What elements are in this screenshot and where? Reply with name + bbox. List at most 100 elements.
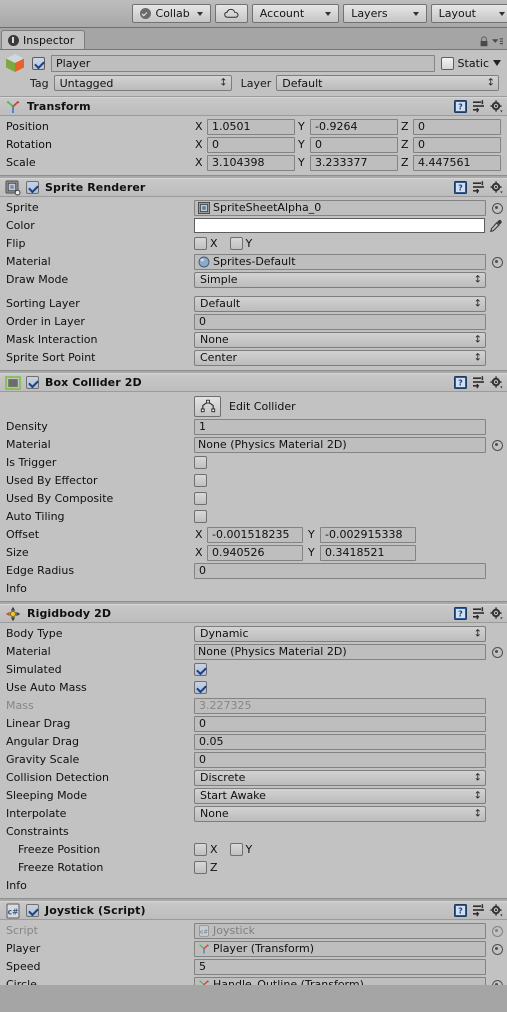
static-toggle-group[interactable]: Static	[440, 56, 501, 70]
edit-collider-button[interactable]	[194, 395, 221, 417]
gear-icon[interactable]	[490, 100, 503, 113]
object-field[interactable]: SpriteSheetAlpha_0	[194, 199, 486, 216]
component-header-box-collider-2d[interactable]: Box Collider 2D ?	[0, 373, 507, 392]
checkbox[interactable]	[194, 492, 207, 505]
object-field[interactable]: None (Physics Material 2D)	[194, 436, 486, 453]
account-button[interactable]: Account	[251, 4, 340, 23]
axis-input-y[interactable]: 3.233377	[310, 154, 398, 171]
text-input[interactable]: 3.227325	[194, 697, 486, 714]
tag-dropdown[interactable]: Untagged	[53, 75, 232, 91]
checkbox-x[interactable]	[194, 237, 207, 250]
checkbox[interactable]	[194, 510, 207, 523]
help-icon[interactable]: ?	[454, 904, 467, 917]
preset-icon[interactable]	[472, 376, 485, 389]
axis-input-x[interactable]: 0	[207, 136, 295, 153]
eyedropper-icon[interactable]	[489, 219, 503, 233]
object-picker-button[interactable]	[490, 438, 503, 451]
help-icon[interactable]: ?	[454, 100, 467, 113]
dropdown[interactable]: Simple	[194, 271, 486, 288]
dropdown[interactable]: Dynamic	[194, 625, 486, 642]
checkbox[interactable]	[194, 456, 207, 469]
dropdown[interactable]: Center	[194, 349, 486, 366]
dropdown[interactable]: Default	[194, 295, 486, 312]
object-picker-button[interactable]	[490, 645, 503, 658]
dropdown[interactable]: Discrete	[194, 769, 486, 786]
preset-icon[interactable]	[472, 181, 485, 194]
gameobject-enabled-checkbox[interactable]	[32, 56, 45, 70]
gear-icon[interactable]	[490, 904, 503, 917]
axis-input-z[interactable]: 0	[413, 118, 501, 135]
text-input[interactable]: 0	[194, 751, 486, 768]
gameobject-name-input[interactable]: Player	[51, 54, 435, 72]
help-icon[interactable]: ?	[454, 376, 467, 389]
preset-icon[interactable]	[472, 607, 485, 620]
object-field[interactable]: Handle_Outline (Transform)	[194, 976, 486, 985]
color-swatch[interactable]	[194, 218, 485, 233]
object-picker-button[interactable]	[490, 201, 503, 214]
axis-input-y[interactable]: -0.9264	[310, 118, 398, 135]
object-field[interactable]: Sprites-Default	[194, 253, 486, 270]
dropdown[interactable]: None	[194, 805, 486, 822]
checkbox[interactable]	[194, 663, 207, 676]
text-input[interactable]: 0	[194, 313, 486, 330]
object-picker-button[interactable]	[490, 255, 503, 268]
help-icon[interactable]: ?	[454, 181, 467, 194]
static-dropdown-arrow[interactable]	[493, 60, 501, 66]
text-input[interactable]: 0.05	[194, 733, 486, 750]
gear-icon[interactable]	[490, 376, 503, 389]
axis-input-x[interactable]: 3.104398	[207, 154, 295, 171]
checkbox-y[interactable]	[229, 843, 243, 856]
text-input[interactable]: 0	[194, 562, 486, 579]
axis-input-z[interactable]: 4.447561	[413, 154, 501, 171]
checkbox-y[interactable]	[229, 237, 243, 250]
gear-icon[interactable]	[490, 607, 503, 620]
axis-input-x[interactable]: 1.0501	[207, 118, 295, 135]
cloud-button[interactable]	[214, 4, 248, 23]
text-input[interactable]: 0	[194, 715, 486, 732]
object-field[interactable]: None (Physics Material 2D)	[194, 643, 486, 660]
toggle-y[interactable]: Y	[229, 843, 252, 856]
checkbox[interactable]	[194, 681, 207, 694]
tab-inspector[interactable]: Inspector	[1, 30, 86, 49]
text-input[interactable]: 5	[194, 958, 486, 975]
component-header-sprite-renderer[interactable]: Sprite Renderer ?	[0, 178, 507, 197]
toggle-x[interactable]: X	[194, 843, 218, 856]
object-field[interactable]: c# Joystick	[194, 922, 486, 939]
axis-input-z[interactable]: 0	[413, 136, 501, 153]
component-header-transform[interactable]: Transform ?	[0, 97, 507, 116]
object-picker-button[interactable]	[490, 978, 503, 985]
component-header-rigidbody-2d[interactable]: Rigidbody 2D ?	[0, 604, 507, 623]
collab-button[interactable]: Collab	[131, 4, 211, 23]
component-enabled-checkbox[interactable]	[26, 181, 39, 194]
axis-input-x[interactable]: 0.940526	[207, 544, 303, 561]
axis-input-y[interactable]: 0	[310, 136, 398, 153]
toggle-y[interactable]: Y	[229, 237, 252, 250]
dropdown[interactable]: None	[194, 331, 486, 348]
layers-button[interactable]: Layers	[343, 4, 427, 23]
lock-icon[interactable]	[479, 36, 489, 47]
checkbox-z[interactable]	[194, 861, 207, 874]
preset-icon[interactable]	[472, 100, 485, 113]
component-header-joystick-script[interactable]: c# Joystick (Script) ?	[0, 901, 507, 920]
axis-input-y[interactable]: 0.3418521	[320, 544, 416, 561]
toggle-x[interactable]: X	[194, 237, 218, 250]
object-picker-button[interactable]	[490, 924, 503, 937]
axis-input-y[interactable]: -0.002915338	[320, 526, 416, 543]
toggle-z[interactable]: Z	[194, 861, 218, 874]
static-checkbox[interactable]	[440, 56, 454, 70]
object-field[interactable]: Player (Transform)	[194, 940, 486, 957]
layer-dropdown[interactable]: Default	[276, 75, 499, 91]
help-icon[interactable]: ?	[454, 607, 467, 620]
preset-icon[interactable]	[472, 904, 485, 917]
checkbox[interactable]	[194, 474, 207, 487]
axis-input-x[interactable]: -0.001518235	[207, 526, 303, 543]
object-picker-button[interactable]	[490, 942, 503, 955]
component-enabled-checkbox[interactable]	[26, 376, 39, 389]
gear-icon[interactable]	[490, 181, 503, 194]
hamburger-menu-icon[interactable]	[492, 37, 503, 46]
layout-button[interactable]: Layout	[430, 4, 507, 23]
component-enabled-checkbox[interactable]	[26, 904, 39, 917]
dropdown[interactable]: Start Awake	[194, 787, 486, 804]
checkbox-x[interactable]	[194, 843, 207, 856]
text-input[interactable]: 1	[194, 418, 486, 435]
